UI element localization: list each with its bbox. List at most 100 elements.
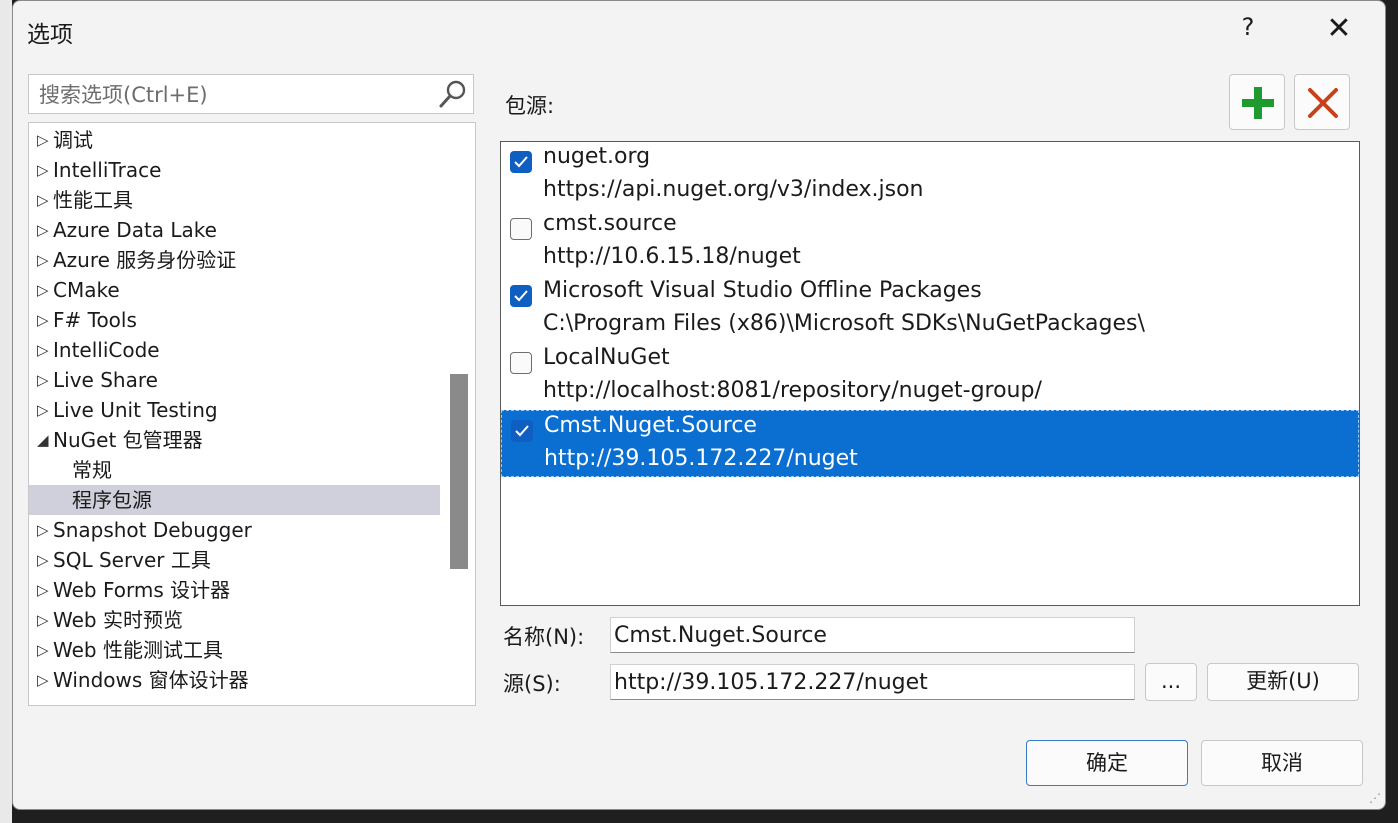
tree-item-label: IntelliTrace <box>53 158 162 182</box>
tree-item[interactable]: ▷ IntelliCode <box>29 335 440 365</box>
tree-item-label: 调试 <box>53 128 93 152</box>
browse-button[interactable]: ... <box>1145 663 1197 701</box>
name-input[interactable] <box>611 618 1134 652</box>
tree-item-label: SQL Server 工具 <box>53 548 211 572</box>
tree-item[interactable]: ▷ 调试 <box>29 125 440 155</box>
tree-item[interactable]: ▷ Web Forms 设计器 <box>29 575 440 605</box>
tree-item-label: NuGet 包管理器 <box>53 428 203 452</box>
search-input[interactable] <box>37 81 431 109</box>
close-button[interactable]: ✕ <box>1319 11 1359 46</box>
help-button[interactable]: ? <box>1228 13 1268 41</box>
collapsed-arrow-icon[interactable]: ▷ <box>37 185 49 215</box>
collapsed-arrow-icon[interactable]: ▷ <box>37 515 49 545</box>
source-name: cmst.source <box>543 211 677 236</box>
tree-item[interactable]: ▷ Web 实时预览 <box>29 605 440 635</box>
checkmark-icon <box>515 425 529 437</box>
source-checkbox[interactable] <box>510 285 532 307</box>
source-name: Cmst.Nuget.Source <box>544 413 757 438</box>
tree-item[interactable]: ▷ Windows 窗体设计器 <box>29 665 440 695</box>
collapsed-arrow-icon[interactable]: ▷ <box>37 335 49 365</box>
collapsed-arrow-icon[interactable]: ▷ <box>37 125 49 155</box>
expanded-arrow-icon[interactable]: ◢ <box>37 425 49 455</box>
checkmark-icon <box>514 156 528 168</box>
source-item[interactable]: nuget.org https://api.nuget.org/v3/index.… <box>501 142 1359 209</box>
collapsed-arrow-icon[interactable]: ▷ <box>37 545 49 575</box>
tree-item[interactable]: ▷ F# Tools <box>29 305 440 335</box>
remove-source-button[interactable] <box>1294 74 1350 130</box>
collapsed-arrow-icon[interactable]: ▷ <box>37 155 49 185</box>
collapsed-arrow-icon[interactable]: ▷ <box>37 275 49 305</box>
source-checkbox[interactable] <box>511 420 533 442</box>
source-name: Microsoft Visual Studio Offline Packages <box>543 278 982 303</box>
package-sources-list[interactable]: nuget.org https://api.nuget.org/v3/index.… <box>500 141 1360 606</box>
source-checkbox[interactable] <box>510 151 532 173</box>
tree-item[interactable]: 常规 <box>29 455 440 485</box>
tree-item[interactable]: ▷ CMake <box>29 275 440 305</box>
tree-item-label: 性能工具 <box>53 188 133 212</box>
tree-item[interactable]: 程序包源 <box>29 485 440 515</box>
name-label: 名称(N): <box>503 625 585 649</box>
source-item[interactable]: LocalNuGet http://localhost:8081/reposito… <box>501 343 1359 410</box>
collapsed-arrow-icon[interactable]: ▷ <box>37 575 49 605</box>
collapsed-arrow-icon[interactable]: ▷ <box>37 665 49 695</box>
add-source-button[interactable] <box>1229 74 1285 130</box>
collapsed-arrow-icon[interactable]: ▷ <box>37 635 49 665</box>
cancel-button[interactable]: 取消 <box>1201 740 1363 786</box>
tree-item-label: Web 性能测试工具 <box>53 638 223 662</box>
tree-item-label: Live Unit Testing <box>53 398 218 422</box>
collapsed-arrow-icon[interactable]: ▷ <box>37 305 49 335</box>
collapsed-arrow-icon[interactable]: ▷ <box>37 605 49 635</box>
tree-item-label: Snapshot Debugger <box>53 518 252 542</box>
background-window-edge <box>0 0 12 823</box>
collapsed-arrow-icon[interactable]: ▷ <box>37 215 49 245</box>
source-item[interactable]: cmst.source http://10.6.15.18/nuget <box>501 209 1359 276</box>
tree-item-label: Azure 服务身份验证 <box>53 248 237 272</box>
plus-icon <box>1242 87 1274 119</box>
options-tree[interactable]: ▷ 调试 ▷ IntelliTrace ▷ 性能工具 ▷ Azure Data Lake ▷ Az… <box>28 122 476 706</box>
source-item[interactable]: Cmst.Nuget.Source http://39.105.172.227/n… <box>501 410 1359 477</box>
tree-item[interactable]: ▷ Live Share <box>29 365 440 395</box>
tree-item-label: 常规 <box>72 458 112 482</box>
source-field[interactable] <box>610 664 1135 700</box>
source-url: http://10.6.15.18/nuget <box>543 244 801 269</box>
collapsed-arrow-icon[interactable]: ▷ <box>37 245 49 275</box>
tree-item-label: CMake <box>53 278 120 302</box>
tree-item-label: Azure Data Lake <box>53 218 217 242</box>
options-dialog: 选项 ? ✕ ▷调试▷IntelliTrace▷性能工具▷Azure Data … <box>12 0 1386 810</box>
tree-item[interactable]: ▷ Azure 服务身份验证 <box>29 245 440 275</box>
name-field[interactable] <box>610 617 1135 653</box>
tree-item[interactable]: ▷ Web 性能测试工具 <box>29 635 440 665</box>
tree-item-label: IntelliCode <box>53 338 160 362</box>
dialog-title: 选项 <box>27 22 73 48</box>
tree-item[interactable]: ▷ 性能工具 <box>29 185 440 215</box>
options-search-box[interactable] <box>28 74 474 114</box>
collapsed-arrow-icon[interactable]: ▷ <box>37 395 49 425</box>
source-label: 源(S): <box>503 672 561 696</box>
search-icon[interactable] <box>437 78 469 110</box>
source-input[interactable] <box>611 665 1134 699</box>
tree-item[interactable]: ▷ Azure Data Lake <box>29 215 440 245</box>
tree-item-label: Web 实时预览 <box>53 608 183 632</box>
tree-item-label: Live Share <box>53 368 158 392</box>
tree-item[interactable]: ▷ SQL Server 工具 <box>29 545 440 575</box>
source-checkbox[interactable] <box>510 218 532 240</box>
ok-button[interactable]: 确定 <box>1026 740 1188 786</box>
update-button[interactable]: 更新(U) <box>1207 663 1359 701</box>
resize-grip-icon[interactable]: ⋰ <box>1369 791 1381 805</box>
source-url: http://39.105.172.227/nuget <box>544 446 858 471</box>
tree-item[interactable]: ▷ Live Unit Testing <box>29 395 440 425</box>
collapsed-arrow-icon[interactable]: ▷ <box>37 365 49 395</box>
source-url: http://localhost:8081/repository/nuget-g… <box>543 378 1042 403</box>
source-checkbox[interactable] <box>510 352 532 374</box>
source-name: nuget.org <box>543 144 651 169</box>
tree-item[interactable]: ◢ NuGet 包管理器 <box>29 425 440 455</box>
tree-item[interactable]: ▷ Snapshot Debugger <box>29 515 440 545</box>
source-url: C:\Program Files (x86)\Microsoft SDKs\Nu… <box>543 311 1145 336</box>
package-sources-label: 包源: <box>505 94 555 118</box>
tree-scrollbar-thumb[interactable] <box>450 374 468 569</box>
source-item[interactable]: Microsoft Visual Studio Offline Packages… <box>501 276 1359 343</box>
source-name: LocalNuGet <box>543 345 670 370</box>
tree-item[interactable]: ▷ IntelliTrace <box>29 155 440 185</box>
tree-item-label: Windows 窗体设计器 <box>53 668 249 692</box>
checkmark-icon <box>514 290 528 302</box>
